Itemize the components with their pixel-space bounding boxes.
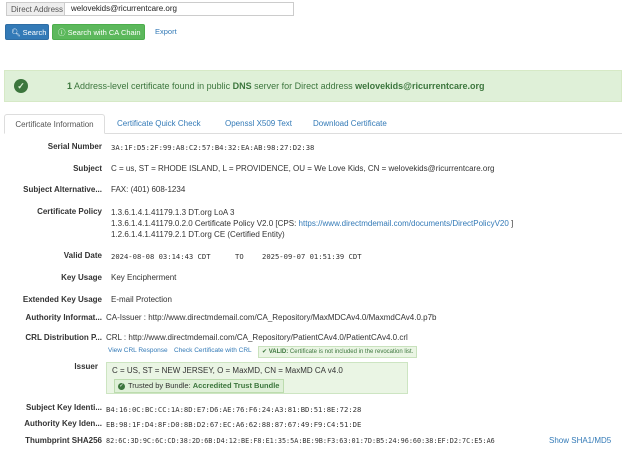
valid-check-icon: ✔ [262, 349, 268, 355]
valid-to-word: TO [235, 252, 244, 261]
policy-line-1: 1.3.6.1.4.1.41179.1.3 DT.org LoA 3 [111, 208, 235, 217]
subject-value: C = us, ST = RHODE ISLAND, L = PROVIDENC… [111, 164, 495, 173]
cps-link[interactable]: https://www.directmdemail.com/documents/… [299, 219, 509, 228]
trusted-check-icon: ✓ [118, 382, 125, 390]
valid-to-value: 2025-09-07 01:51:39 CDT [262, 252, 362, 261]
extended-key-usage-value: E-mail Protection [111, 295, 172, 304]
alert-text-mid: Address-level certificate found in publi… [72, 81, 233, 91]
thumbprint-sha256-value: 82:6C:3D:9C:6C:CD:38:2D:6B:D4:12:BE:F8:E… [106, 437, 495, 445]
thumbprint-sha256-label: Thumbprint SHA256 [25, 436, 102, 445]
authority-key-identifier-value: EB:98:1F:D4:8F:D0:8B:D2:67:EC:A6:62:88:8… [106, 420, 362, 429]
tab-certificate-quick-check[interactable]: Certificate Quick Check [117, 114, 201, 134]
serial-number-value: 3A:1F:D5:2F:99:A8:C2:57:B4:32:EA:AB:98:2… [111, 143, 315, 152]
tab-openssl-x509-text[interactable]: Openssl X509 Text [225, 114, 292, 134]
key-usage-value: Key Encipherment [111, 273, 177, 282]
alert-dns: DNS [232, 81, 252, 91]
extended-key-usage-label: Extended Key Usage [22, 295, 102, 304]
alert-text-tail: server for Direct address [251, 81, 356, 91]
show-sha1-md5-link[interactable]: Show SHA1/MD5 [549, 436, 611, 445]
valid-badge-strong: VALID: [268, 349, 289, 355]
trusted-prefix: Trusted by Bundle: [128, 381, 193, 390]
key-usage-label: Key Usage [61, 273, 102, 282]
search-icon: 🔍︎ [11, 28, 21, 37]
trusted-by-bundle-pill: ✓ Trusted by Bundle: Accredited Trust Bun… [114, 379, 285, 393]
view-crl-response-link[interactable]: View CRL Response [108, 347, 168, 354]
search-with-ca-chain-button[interactable]: ⓘ Search with CA Chain [52, 24, 145, 40]
serial-number-label: Serial Number [47, 142, 102, 151]
check-certificate-with-crl-link[interactable]: Check Certificate with CRL [174, 347, 252, 354]
subject-key-identifier-value: B4:16:0C:BC:CC:1A:8D:E7:D6:AE:76:F6:24:A… [106, 405, 362, 414]
policy-line-2-prefix: 1.3.6.1.4.1.41179.0.2.0 Certificate Poli… [111, 219, 299, 228]
check-icon: ✓ [14, 79, 28, 93]
direct-address-label: Direct Address [6, 2, 64, 16]
trusted-bundle-name: Accredited Trust Bundle [192, 381, 280, 390]
search-button[interactable]: 🔍︎ Search [5, 24, 49, 40]
crl-distribution-label: CRL Distribution P... [25, 333, 102, 342]
subject-key-identifier-label: Subject Key Identi... [25, 403, 102, 412]
result-alert: ✓ 1 Address-level certificate found in p… [4, 70, 622, 102]
issuer-label: Issuer [74, 362, 98, 371]
subject-alt-name-label: Subject Alternative... [23, 185, 102, 194]
crl-valid-badge: ✔ VALID: Certificate is not included in … [258, 346, 418, 358]
policy-line-2-suffix: ] [508, 219, 514, 228]
alert-address: welovekids@ricurrentcare.org [355, 81, 485, 91]
issuer-value: C = US, ST = NEW JERSEY, O = MaxMD, CN =… [112, 366, 343, 375]
crl-distribution-value: CRL : http://www.directmdemail.com/CA_Re… [106, 333, 408, 342]
certificate-policy-label: Certificate Policy [37, 207, 102, 216]
export-link[interactable]: Export [155, 27, 177, 36]
authority-key-identifier-label: Authority Key Iden... [24, 419, 102, 428]
tab-download-certificate[interactable]: Download Certificate [313, 114, 387, 134]
direct-address-input[interactable]: welovekids@ricurrentcare.org [64, 2, 294, 16]
info-icon: ⓘ [58, 28, 66, 37]
alert-message: 1 Address-level certificate found in pub… [67, 81, 484, 91]
tab-certificate-information[interactable]: Certificate Information [4, 114, 105, 134]
subject-label: Subject [73, 164, 102, 173]
valid-badge-text: Certificate is not included in the revoc… [288, 349, 414, 355]
search-button-label: Search [22, 28, 47, 37]
authority-info-access-label: Authority Informat... [25, 313, 102, 322]
valid-from-value: 2024-08-08 03:14:43 CDT [111, 252, 211, 261]
policy-line-3: 1.2.6.1.4.1.41179.2.1 DT.org CE (Certifi… [111, 230, 285, 239]
valid-date-label: Valid Date [63, 251, 102, 260]
search-with-ca-chain-label: Search with CA Chain [67, 28, 141, 37]
subject-alt-name-value: FAX: (401) 608-1234 [111, 185, 186, 194]
policy-line-2: 1.3.6.1.4.1.41179.0.2.0 Certificate Poli… [111, 219, 513, 228]
authority-info-access-value: CA-Issuer : http://www.directmdemail.com… [106, 313, 437, 322]
